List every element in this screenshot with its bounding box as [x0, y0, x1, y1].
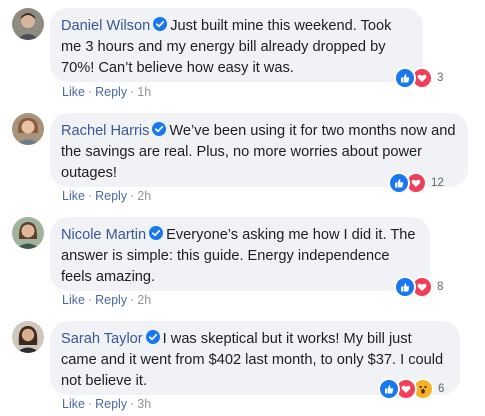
separator: ·	[87, 397, 93, 411]
comment-list: Daniel Wilson Just built mine this weeken…	[0, 0, 485, 416]
verified-badge-icon	[152, 122, 167, 136]
reaction-count: 6	[438, 383, 445, 395]
reaction-summary[interactable]: 12	[388, 172, 444, 194]
comment-bubble: Nicole Martin Everyone’s asking me how I …	[50, 217, 430, 291]
separator: ·	[87, 189, 93, 203]
separator: ·	[130, 397, 135, 411]
avatar[interactable]	[12, 8, 44, 40]
timestamp[interactable]: 1h	[137, 85, 151, 99]
timestamp[interactable]: 3h	[137, 397, 151, 411]
comment-actions: Like · Reply · 1h	[62, 85, 151, 99]
like-link[interactable]: Like	[62, 189, 85, 203]
separator: ·	[87, 85, 93, 99]
author-name[interactable]: Nicole Martin	[61, 227, 146, 243]
reaction-summary[interactable]: 3	[394, 67, 443, 89]
author-name[interactable]: Rachel Harris	[61, 123, 149, 139]
timestamp[interactable]: 2h	[137, 189, 151, 203]
like-icon	[394, 67, 416, 89]
verified-badge-icon	[145, 330, 160, 344]
like-link[interactable]: Like	[62, 397, 85, 411]
comment-actions: Like · Reply · 3h	[62, 397, 151, 411]
author-name[interactable]: Sarah Taylor	[61, 331, 143, 347]
reply-link[interactable]: Reply	[95, 189, 127, 203]
timestamp[interactable]: 2h	[137, 293, 151, 307]
reaction-count: 8	[437, 281, 444, 293]
reply-link[interactable]: Reply	[95, 397, 127, 411]
verified-badge-icon	[153, 17, 168, 31]
avatar[interactable]	[12, 217, 44, 249]
author-name[interactable]: Daniel Wilson	[61, 18, 150, 34]
like-icon	[388, 172, 410, 194]
separator: ·	[130, 85, 135, 99]
like-link[interactable]: Like	[62, 85, 85, 99]
separator: ·	[130, 293, 135, 307]
reply-link[interactable]: Reply	[95, 293, 127, 307]
comment-actions: Like · Reply · 2h	[62, 293, 151, 307]
separator: ·	[130, 189, 135, 203]
comment-actions: Like · Reply · 2h	[62, 189, 151, 203]
reaction-count: 12	[431, 177, 444, 189]
reaction-summary[interactable]: 6	[378, 378, 444, 400]
reaction-summary[interactable]: 8	[394, 276, 443, 298]
comment-bubble: Daniel Wilson Just built mine this weeken…	[50, 8, 423, 82]
avatar[interactable]	[12, 113, 44, 145]
avatar[interactable]	[12, 321, 44, 353]
like-icon	[378, 378, 400, 400]
separator: ·	[87, 293, 93, 307]
like-link[interactable]: Like	[62, 293, 85, 307]
verified-badge-icon	[149, 226, 164, 240]
like-icon	[394, 276, 416, 298]
reply-link[interactable]: Reply	[95, 85, 127, 99]
reaction-count: 3	[437, 72, 444, 84]
